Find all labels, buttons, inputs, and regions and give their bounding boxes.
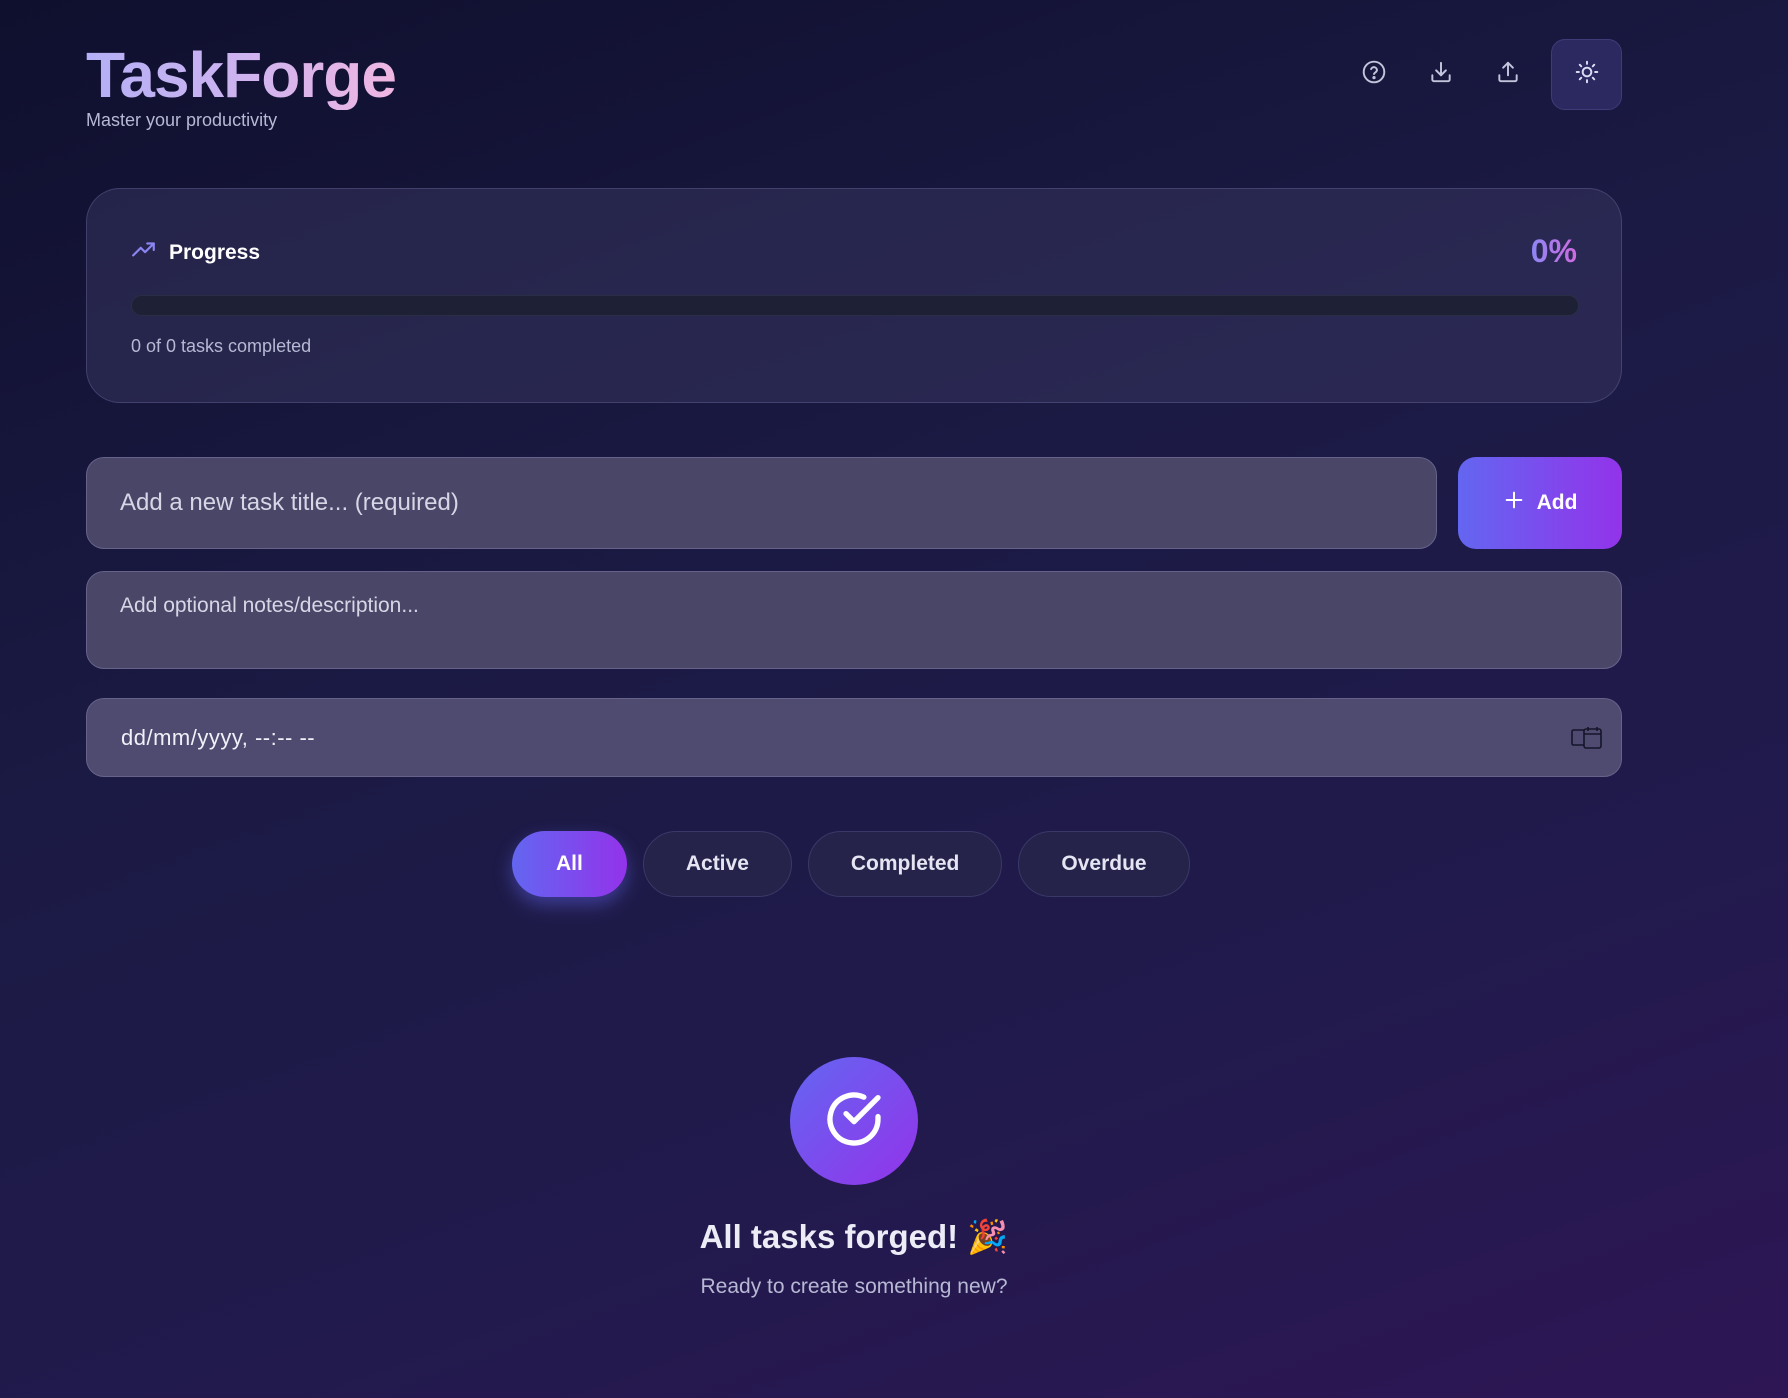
filter-completed-button[interactable]: Completed [807, 831, 1003, 897]
empty-state-badge [790, 1057, 918, 1185]
task-filters: All Active Completed Overdue [512, 831, 1190, 897]
help-icon [1361, 59, 1387, 90]
calendar-icon[interactable] [1571, 725, 1603, 751]
app-root: TaskForge Master your productivity Progr… [86, 0, 1622, 1398]
empty-state-subtitle: Ready to create something new? [700, 1275, 1008, 1298]
progress-percent: 0% [1530, 233, 1577, 269]
due-date-input[interactable]: dd/mm/yyyy, --:-- -- [86, 698, 1622, 777]
filter-all-button[interactable]: All [512, 831, 627, 897]
trending-up-icon [131, 237, 157, 268]
theme-toggle-button[interactable] [1551, 39, 1622, 110]
progress-summary: 0 of 0 tasks completed [131, 336, 312, 356]
progress-header: Progress [131, 237, 260, 268]
empty-state-title: All tasks forged! 🎉 [699, 1218, 1009, 1255]
app-subtitle: Master your productivity [86, 110, 278, 130]
filter-active-button[interactable]: Active [642, 831, 792, 897]
progress-card: Progress 0% 0 of 0 tasks completed [86, 188, 1622, 403]
due-date-placeholder: dd/mm/yyyy, --:-- -- [121, 725, 316, 750]
progress-label: Progress [169, 240, 261, 264]
progress-bar [131, 295, 1579, 316]
header-actions [1340, 39, 1622, 110]
add-task-label: Add [1536, 491, 1578, 514]
task-title-input[interactable] [86, 457, 1437, 549]
export-button[interactable] [1407, 40, 1474, 110]
add-task-button[interactable]: Add [1458, 457, 1622, 549]
app-header: TaskForge Master your productivity [86, 36, 1622, 136]
app-title: TaskForge [86, 39, 397, 111]
sun-icon [1574, 59, 1600, 90]
download-icon [1428, 59, 1454, 90]
filter-overdue-button[interactable]: Overdue [1018, 831, 1190, 897]
check-circle-icon [822, 1087, 886, 1156]
plus-icon [1503, 489, 1525, 517]
upload-icon [1495, 59, 1521, 90]
help-button[interactable] [1340, 40, 1407, 110]
import-button[interactable] [1474, 40, 1541, 110]
task-notes-input[interactable] [86, 571, 1622, 669]
